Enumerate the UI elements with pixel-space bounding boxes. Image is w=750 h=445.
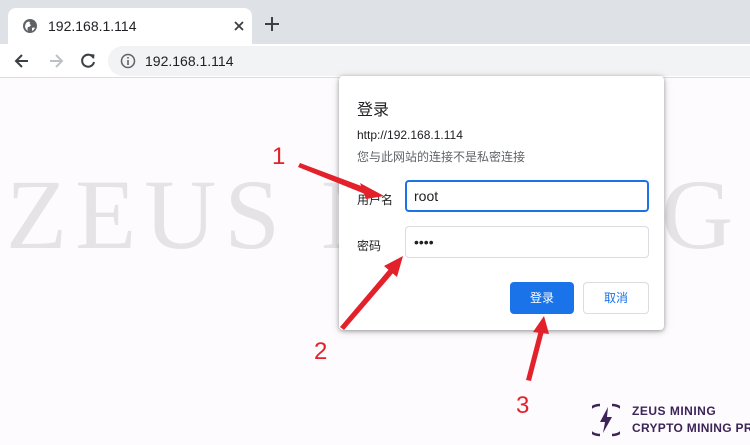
cancel-button[interactable]: 取消 xyxy=(583,282,649,314)
close-icon[interactable] xyxy=(230,17,248,35)
globe-icon xyxy=(23,19,37,33)
logo-line-1: ZEUS MINING xyxy=(632,404,717,418)
password-input[interactable] xyxy=(405,226,649,258)
plus-icon[interactable] xyxy=(262,14,282,34)
password-label: 密码 xyxy=(357,239,382,253)
dialog-url: http://192.168.1.114 xyxy=(357,128,463,142)
brand-logo: ZEUS MINING CRYPTO MINING PRO xyxy=(592,402,750,442)
connection-warning: 您与此网站的连接不是私密连接 xyxy=(357,150,526,164)
step-number-1: 1 xyxy=(272,143,286,170)
login-dialog: 登录 http://192.168.1.114 您与此网站的连接不是私密连接 用… xyxy=(339,76,664,330)
tab-strip: 192.168.1.114 xyxy=(0,0,750,44)
step-number-2: 2 xyxy=(314,338,328,365)
username-input[interactable] xyxy=(405,180,649,212)
forward-arrow-icon[interactable] xyxy=(46,51,66,71)
username-label: 用户名 xyxy=(357,193,394,207)
back-arrow-icon[interactable] xyxy=(12,51,32,71)
info-icon[interactable] xyxy=(120,53,136,69)
login-button[interactable]: 登录 xyxy=(510,282,574,314)
address-text: 192.168.1.114 xyxy=(145,53,234,69)
logo-line-2: CRYPTO MINING PRO xyxy=(632,421,750,435)
tab-title: 192.168.1.114 xyxy=(48,18,137,34)
browser-toolbar: 192.168.1.114 xyxy=(0,44,750,78)
dialog-title: 登录 xyxy=(357,102,390,119)
address-bar[interactable]: 192.168.1.114 xyxy=(108,46,750,76)
reload-icon[interactable] xyxy=(78,51,98,71)
browser-tab[interactable]: 192.168.1.114 xyxy=(8,8,252,44)
step-number-3: 3 xyxy=(516,392,530,419)
lightning-logo-icon xyxy=(592,403,620,437)
